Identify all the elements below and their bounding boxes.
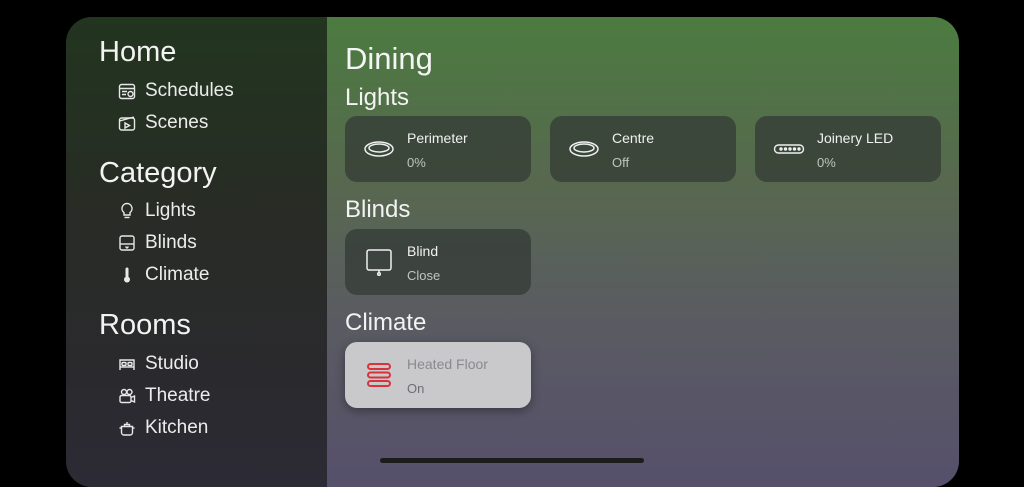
- scene-icon: [117, 113, 137, 133]
- tile-state: 0%: [407, 155, 426, 170]
- tile-name: Centre: [612, 130, 655, 146]
- lightbulb-icon: [117, 201, 137, 221]
- sidebar-item-scenes[interactable]: Scenes: [117, 110, 208, 136]
- sidebar-item-blinds[interactable]: Blinds: [117, 230, 197, 256]
- sidebar-heading-home: Home: [99, 36, 177, 68]
- sidebar-item-schedules[interactable]: Schedules: [117, 78, 234, 104]
- tile-joinery-led[interactable]: Joinery LED 0%: [755, 116, 941, 182]
- sidebar-item-climate[interactable]: Climate: [117, 262, 209, 288]
- sidebar-item-label: Lights: [145, 200, 196, 221]
- sidebar-item-kitchen[interactable]: Kitchen: [117, 415, 208, 441]
- sidebar-item-label: Kitchen: [145, 417, 209, 438]
- sidebar-item-theatre[interactable]: Theatre: [117, 383, 210, 409]
- tile-name: Joinery LED: [817, 130, 894, 146]
- sidebar-item-label: Climate: [145, 264, 210, 285]
- tile-state: Close: [407, 268, 441, 283]
- blind-icon: [117, 233, 137, 253]
- bed-icon: [117, 354, 137, 374]
- pot-icon: [117, 418, 137, 438]
- sidebar: Home Schedules Scenes Category Lights Bl…: [66, 17, 327, 487]
- tile-centre[interactable]: Centre Off: [550, 116, 736, 182]
- tile-name: Blind: [407, 243, 439, 259]
- sidebar-item-label: Schedules: [145, 80, 234, 101]
- tile-state: 0%: [817, 155, 836, 170]
- heated-floor-icon: [363, 360, 395, 390]
- room-title: Dining: [345, 41, 433, 76]
- main-panel: Dining Lights Perimeter 0% Centre Off Jo…: [327, 17, 959, 487]
- tile-heated-floor[interactable]: Heated Floor On: [345, 342, 531, 408]
- sidebar-heading-category: Category: [99, 157, 217, 189]
- tile-blind[interactable]: Blind Close: [345, 229, 531, 295]
- sidebar-heading-rooms: Rooms: [99, 309, 191, 341]
- sidebar-item-label: Scenes: [145, 112, 209, 133]
- sidebar-item-studio[interactable]: Studio: [117, 351, 199, 377]
- led-strip-icon: [773, 134, 805, 164]
- app-window: Home Schedules Scenes Category Lights Bl…: [66, 17, 959, 487]
- thermometer-icon: [117, 265, 137, 285]
- home-indicator[interactable]: [380, 458, 644, 463]
- calendar-icon: [117, 81, 137, 101]
- sidebar-item-label: Blinds: [145, 232, 197, 253]
- section-title-lights: Lights: [345, 84, 410, 111]
- section-title-blinds: Blinds: [345, 196, 411, 223]
- sidebar-item-label: Studio: [145, 353, 199, 374]
- tile-name: Heated Floor: [407, 356, 488, 372]
- tile-state: Off: [612, 155, 630, 170]
- tile-name: Perimeter: [407, 130, 468, 146]
- downlight-icon: [568, 134, 600, 164]
- section-title-climate: Climate: [345, 309, 427, 336]
- projector-icon: [117, 386, 137, 406]
- sidebar-item-label: Theatre: [145, 385, 211, 406]
- tile-perimeter[interactable]: Perimeter 0%: [345, 116, 531, 182]
- tile-state: On: [407, 381, 425, 396]
- sidebar-item-lights[interactable]: Lights: [117, 198, 196, 224]
- blind-icon: [363, 247, 395, 277]
- downlight-icon: [363, 134, 395, 164]
